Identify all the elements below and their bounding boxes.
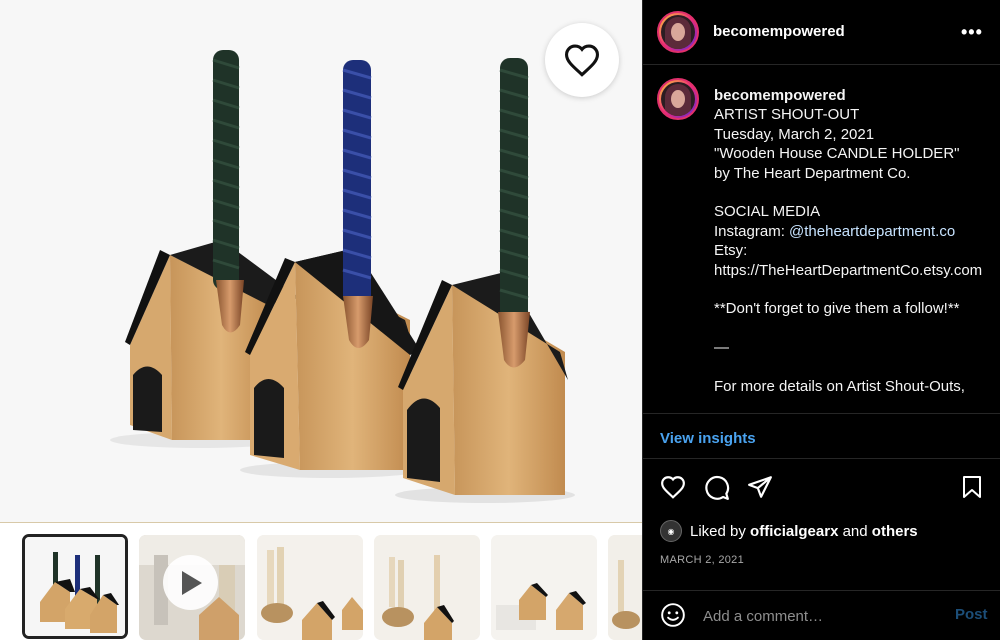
- play-icon: [181, 570, 202, 595]
- caption-username[interactable]: becomempowered: [714, 86, 994, 105]
- post-side-panel: becomempowered ••• becomempowered ARTIST…: [642, 0, 1000, 640]
- action-bar: [643, 460, 1000, 514]
- play-button[interactable]: [163, 555, 218, 610]
- instagram-label: Instagram:: [714, 222, 790, 240]
- bookmark-icon: [963, 476, 981, 498]
- caption-line: **Don't forget to give them a follow!**: [714, 300, 960, 318]
- caption-scroll-area[interactable]: becomempowered ARTIST SHOUT-OUT Tuesday,…: [643, 66, 1000, 413]
- media-viewer: [0, 0, 642, 640]
- caption-avatar[interactable]: [657, 78, 699, 120]
- save-button[interactable]: [961, 475, 983, 504]
- liked-by-and: and: [842, 522, 868, 540]
- overlay-like-button[interactable]: [545, 23, 619, 97]
- emoji-button[interactable]: [660, 602, 686, 633]
- post-photo[interactable]: [0, 0, 642, 523]
- caption-line: SOCIAL MEDIA: [714, 203, 821, 221]
- heart-outline-icon: [564, 44, 600, 77]
- comment-button[interactable]: [704, 475, 730, 506]
- caption-text: becomempowered ARTIST SHOUT-OUT Tuesday,…: [714, 86, 994, 396]
- caption-line-url: https://TheHeartDepartmentCo.etsy.com: [714, 261, 983, 279]
- thumbnail-strip: [0, 523, 642, 640]
- insights-bar: View insights: [643, 413, 1000, 459]
- caption-line: [714, 358, 994, 377]
- more-horizontal-icon: •••: [961, 22, 983, 42]
- caption-line: [714, 183, 994, 202]
- like-button[interactable]: [660, 475, 686, 504]
- caption-line: Etsy:: [714, 242, 748, 260]
- thumbnail-1[interactable]: [22, 534, 128, 639]
- thumbnail-5[interactable]: [491, 535, 597, 640]
- thumbnail-3[interactable]: [257, 535, 363, 640]
- caption-line: [714, 319, 994, 338]
- liker-avatar[interactable]: ◉: [660, 520, 682, 542]
- liked-by-prefix: Liked by: [690, 522, 746, 540]
- post-date[interactable]: MARCH 2, 2021: [660, 554, 744, 566]
- avatar[interactable]: [657, 11, 699, 53]
- post-header: becomempowered •••: [643, 0, 1000, 65]
- caption-line: "Wooden House CANDLE HOLDER": [714, 145, 960, 163]
- view-insights-link[interactable]: View insights: [660, 430, 756, 447]
- thumbnail-4[interactable]: [374, 535, 480, 640]
- comment-bar: Post: [643, 590, 1000, 640]
- caption-line: —: [714, 339, 729, 357]
- liked-by-user[interactable]: officialgearx: [750, 523, 838, 540]
- caption-line: ARTIST SHOUT-OUT: [714, 106, 860, 124]
- heart-outline-icon: [661, 476, 685, 499]
- caption-line: Tuesday, March 2, 2021: [714, 125, 875, 143]
- caption-line: [714, 280, 994, 299]
- share-button[interactable]: [747, 475, 773, 504]
- liked-by-others[interactable]: others: [872, 523, 918, 540]
- caption-line: For more details on Artist Shout-Outs,: [714, 378, 965, 396]
- comment-bubble-icon: [705, 475, 730, 500]
- caption-line-instagram: Instagram: @theheartdepartment.co: [714, 222, 994, 241]
- smiley-face-icon: [661, 603, 685, 627]
- thumbnail-2-video[interactable]: [139, 535, 245, 640]
- more-options-button[interactable]: •••: [961, 22, 983, 43]
- post-comment-button[interactable]: Post: [955, 606, 988, 623]
- paper-plane-icon: [748, 476, 772, 498]
- liked-by-row: ◉ Liked by officialgearx and others: [660, 520, 918, 542]
- mention-link[interactable]: @theheartdepartment.co: [789, 223, 955, 240]
- header-username[interactable]: becomempowered: [713, 23, 845, 40]
- thumbnail-6[interactable]: [608, 535, 642, 640]
- caption-line: by The Heart Department Co.: [714, 164, 911, 182]
- comment-input[interactable]: [703, 605, 943, 627]
